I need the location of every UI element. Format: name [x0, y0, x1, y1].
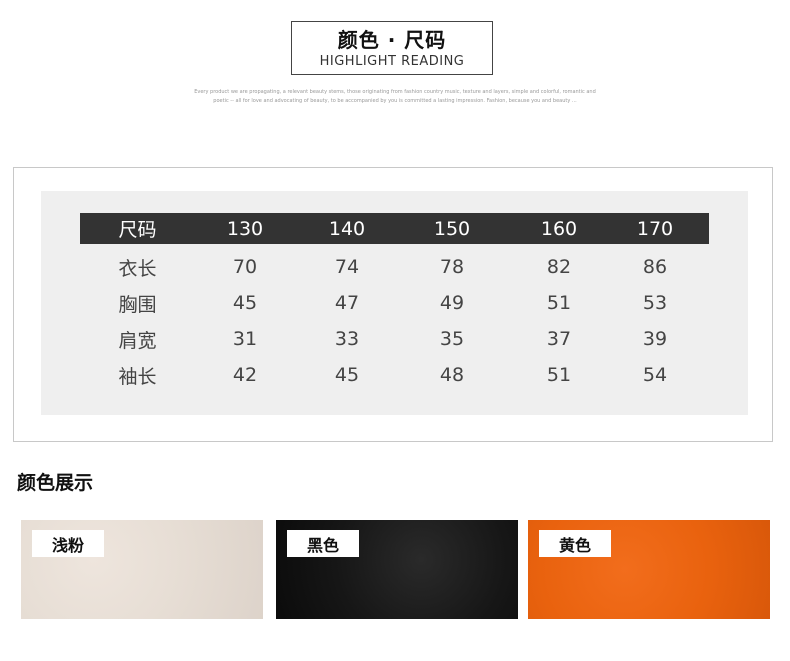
section-title-box: 颜色 · 尺码 HIGHLIGHT READING [291, 21, 493, 75]
header-cell: 150 [433, 217, 471, 240]
table-cell: 35 [439, 328, 465, 350]
table-row: 袖长 42 45 48 51 54 [80, 357, 709, 393]
table-cell: 45 [232, 292, 258, 314]
color-swatch-black: 黑色 [276, 520, 518, 619]
color-swatch-light-pink: 浅粉 [21, 520, 263, 619]
size-table-panel: 尺码 130 140 150 160 170 衣长 70 74 78 82 86… [41, 191, 748, 415]
tagline-line: poetic -- all for love and advocating of… [213, 98, 577, 104]
header-cell: 130 [226, 217, 264, 240]
table-cell: 42 [232, 364, 258, 386]
table-row: 胸围 45 47 49 51 53 [80, 285, 709, 321]
table-cell: 49 [439, 292, 465, 314]
table-row: 衣长 70 74 78 82 86 [80, 249, 709, 285]
title-english: HIGHLIGHT READING [319, 54, 465, 69]
table-cell: 78 [439, 256, 465, 278]
tagline-line: Every product we are propagating, a rele… [194, 89, 596, 95]
header-cell: 160 [540, 217, 578, 240]
row-label: 胸围 [118, 293, 157, 316]
tagline: Every product we are propagating, a rele… [180, 88, 610, 106]
table-cell: 54 [642, 364, 668, 386]
title-chinese: 颜色 · 尺码 [337, 28, 447, 52]
row-label: 袖长 [118, 365, 157, 388]
table-header-row: 尺码 130 140 150 160 170 [80, 213, 709, 244]
table-cell: 86 [642, 256, 668, 278]
table-cell: 37 [546, 328, 572, 350]
table-row: 肩宽 31 33 35 37 39 [80, 321, 709, 357]
table-cell: 48 [439, 364, 465, 386]
table-cell: 31 [232, 328, 258, 350]
table-cell: 70 [232, 256, 258, 278]
table-cell: 47 [334, 292, 360, 314]
table-cell: 51 [546, 292, 572, 314]
table-cell: 53 [642, 292, 668, 314]
header-cell: 140 [328, 217, 366, 240]
table-cell: 82 [546, 256, 572, 278]
table-cell: 33 [334, 328, 360, 350]
row-label: 衣长 [118, 257, 157, 280]
color-swatch-orange: 黄色 [528, 520, 770, 619]
header-cell: 170 [636, 217, 674, 240]
table-cell: 39 [642, 328, 668, 350]
size-table: 尺码 130 140 150 160 170 衣长 70 74 78 82 86… [80, 213, 709, 393]
header-cell: 尺码 [118, 219, 157, 241]
size-table-frame: 尺码 130 140 150 160 170 衣长 70 74 78 82 86… [13, 167, 773, 442]
colors-heading: 颜色展示 [17, 472, 94, 494]
table-cell: 45 [334, 364, 360, 386]
row-label: 肩宽 [118, 329, 157, 352]
table-cell: 51 [546, 364, 572, 386]
swatch-label: 黑色 [287, 530, 359, 557]
swatch-label: 浅粉 [32, 530, 104, 557]
swatch-label: 黄色 [539, 530, 611, 557]
table-cell: 74 [334, 256, 360, 278]
